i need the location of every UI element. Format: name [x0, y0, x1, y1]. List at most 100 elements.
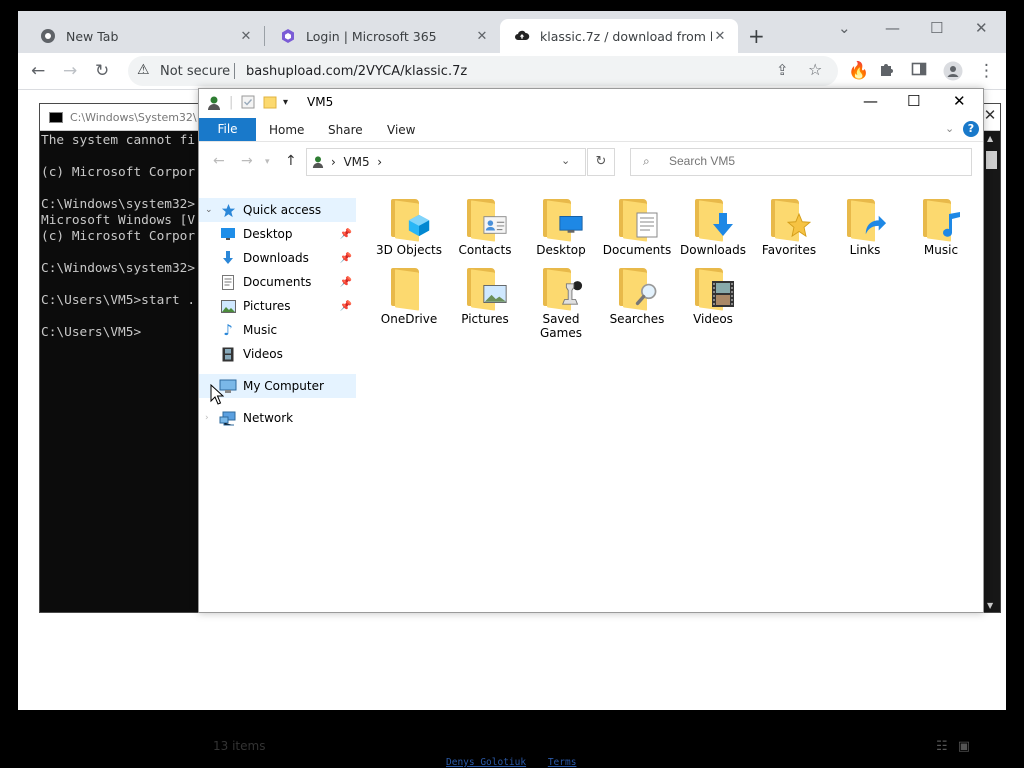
folder-item[interactable]: Documents: [599, 193, 675, 257]
search-input[interactable]: [669, 154, 959, 168]
nav-documents[interactable]: Documents 📌: [199, 270, 356, 294]
folder-icon: [461, 193, 509, 242]
folder-icon: [537, 193, 585, 242]
back-icon[interactable]: ←: [31, 61, 45, 81]
cmd-line: [41, 245, 195, 261]
url-text[interactable]: bashupload.com/2VYCA/klassic.7z: [246, 64, 467, 79]
tab-home[interactable]: Home: [269, 123, 304, 137]
share-icon[interactable]: ⇪: [776, 61, 789, 79]
properties-icon[interactable]: [241, 95, 255, 113]
folder-item[interactable]: 3D Objects: [371, 193, 447, 257]
nav-pictures[interactable]: Pictures 📌: [199, 294, 356, 318]
folder-item[interactable]: Favorites: [751, 193, 827, 257]
tab-microsoft-365[interactable]: Login | Microsoft 365 ✕: [266, 19, 500, 53]
pin-icon[interactable]: 📌: [340, 277, 352, 288]
new-tab-button[interactable]: +: [748, 24, 765, 48]
forward-icon[interactable]: →: [241, 153, 253, 169]
nav-downloads[interactable]: Downloads 📌: [199, 246, 356, 270]
close-icon[interactable]: ✕: [975, 19, 988, 37]
minimize-icon[interactable]: —: [885, 19, 900, 37]
large-icons-view-icon[interactable]: ▣: [958, 739, 970, 754]
nav-quick-access[interactable]: ⌄ Quick access: [199, 198, 356, 222]
maximize-icon[interactable]: ☐: [907, 92, 920, 110]
expand-ribbon-icon[interactable]: ⌄: [945, 122, 954, 135]
address-dropdown-icon[interactable]: ⌄: [561, 154, 570, 167]
nav-desktop[interactable]: Desktop 📌: [199, 222, 356, 246]
details-view-icon[interactable]: ☷: [936, 739, 948, 754]
tab-view[interactable]: View: [387, 123, 415, 137]
breadcrumb[interactable]: › VM5 ›: [331, 155, 382, 169]
folder-icon: [613, 193, 661, 242]
folder-item[interactable]: Links: [827, 193, 903, 257]
folder-item[interactable]: Saved Games: [523, 262, 599, 340]
refresh-button[interactable]: ↻: [587, 148, 615, 176]
folder-item[interactable]: Music: [903, 193, 979, 257]
tab-file[interactable]: File: [199, 118, 256, 141]
monitor-icon: [219, 226, 237, 242]
bookmark-star-icon[interactable]: ☆: [808, 60, 822, 79]
folder-item[interactable]: Contacts: [447, 193, 523, 257]
close-tab-icon[interactable]: ✕: [238, 29, 254, 44]
folder-item[interactable]: OneDrive: [371, 262, 447, 326]
folder-label: Documents: [602, 243, 672, 257]
pin-icon[interactable]: 📌: [340, 301, 352, 312]
collapse-arrow-icon[interactable]: ⌄: [205, 205, 219, 215]
link-arrow-icon: [863, 213, 887, 237]
folder-label: Links: [849, 243, 881, 257]
pin-icon[interactable]: 📌: [340, 253, 352, 264]
up-icon[interactable]: ↑: [285, 153, 297, 169]
cmd-line: [41, 181, 195, 197]
folder-label: Pictures: [461, 312, 509, 326]
tab-klassic-download[interactable]: klassic.7z / download from bash ✕: [500, 19, 738, 53]
extension-fire-icon[interactable]: 🔥: [848, 61, 869, 81]
new-folder-icon[interactable]: [263, 95, 277, 113]
close-icon[interactable]: ✕: [953, 92, 966, 110]
folder-item[interactable]: Desktop: [523, 193, 599, 257]
address-bar[interactable]: › VM5 › ⌄: [306, 148, 586, 176]
profile-avatar-icon[interactable]: [943, 61, 963, 86]
file-explorer-window: | ▾ VM5 — ☐ ✕ File Home Share View ⌄ ? ←…: [198, 88, 984, 613]
nav-music[interactable]: ♪ Music: [199, 318, 356, 342]
recent-locations-icon[interactable]: ▾: [265, 157, 270, 167]
back-icon[interactable]: ←: [213, 153, 225, 169]
folder-item[interactable]: Videos: [675, 262, 751, 326]
folder-label: Desktop: [536, 243, 586, 257]
reload-icon[interactable]: ↻: [95, 61, 109, 81]
maximize-icon[interactable]: ☐: [930, 19, 943, 37]
author-link[interactable]: Denys Golotiuk: [446, 757, 526, 768]
folder-icon: [689, 262, 737, 311]
expand-arrow-icon[interactable]: ›: [205, 413, 219, 423]
help-icon[interactable]: ?: [963, 121, 979, 137]
close-tab-icon[interactable]: ✕: [474, 29, 490, 44]
explorer-title-bar[interactable]: | ▾ VM5 — ☐ ✕: [199, 89, 983, 117]
terms-link[interactable]: Terms: [548, 757, 577, 768]
breadcrumb-vm5[interactable]: VM5: [343, 155, 369, 169]
tab-search-icon[interactable]: ⌄: [838, 19, 851, 37]
cmd-line: (c) Microsoft Corpor: [41, 165, 196, 180]
forward-icon[interactable]: →: [63, 61, 77, 81]
menu-kebab-icon[interactable]: ⋮: [978, 61, 995, 81]
customize-toolbar-icon[interactable]: ▾: [283, 97, 288, 108]
folder-item[interactable]: Downloads: [675, 193, 751, 257]
nav-network[interactable]: › Network: [199, 406, 356, 430]
tab-new-tab[interactable]: New Tab ✕: [26, 19, 264, 53]
folder-item[interactable]: Pictures: [447, 262, 523, 326]
close-tab-icon[interactable]: ✕: [712, 29, 728, 44]
cmd-line: [41, 309, 195, 325]
puzzle-extensions-icon[interactable]: [878, 61, 894, 82]
nav-videos[interactable]: Videos: [199, 342, 356, 366]
search-box[interactable]: ⌕: [630, 148, 972, 176]
minimize-icon[interactable]: —: [863, 92, 878, 110]
cmd-output[interactable]: The system cannot fi (c) Microsoft Corpor…: [41, 133, 195, 341]
security-label: Not secure: [160, 64, 231, 79]
folder-item[interactable]: Searches: [599, 262, 675, 326]
side-panel-icon[interactable]: [911, 61, 927, 82]
cmd-scrollbar[interactable]: ▲ ▼: [983, 131, 1000, 612]
chrome-icon: [40, 28, 56, 44]
tab-share[interactable]: Share: [328, 123, 363, 137]
folder-icon: [385, 193, 433, 242]
cube-icon: [407, 213, 431, 237]
cmd-line: C:\Users\VM5>start .: [41, 293, 196, 308]
address-bar[interactable]: ⚠ Not secure bashupload.com/2VYCA/klassi…: [128, 56, 838, 86]
pin-icon[interactable]: 📌: [340, 229, 352, 240]
